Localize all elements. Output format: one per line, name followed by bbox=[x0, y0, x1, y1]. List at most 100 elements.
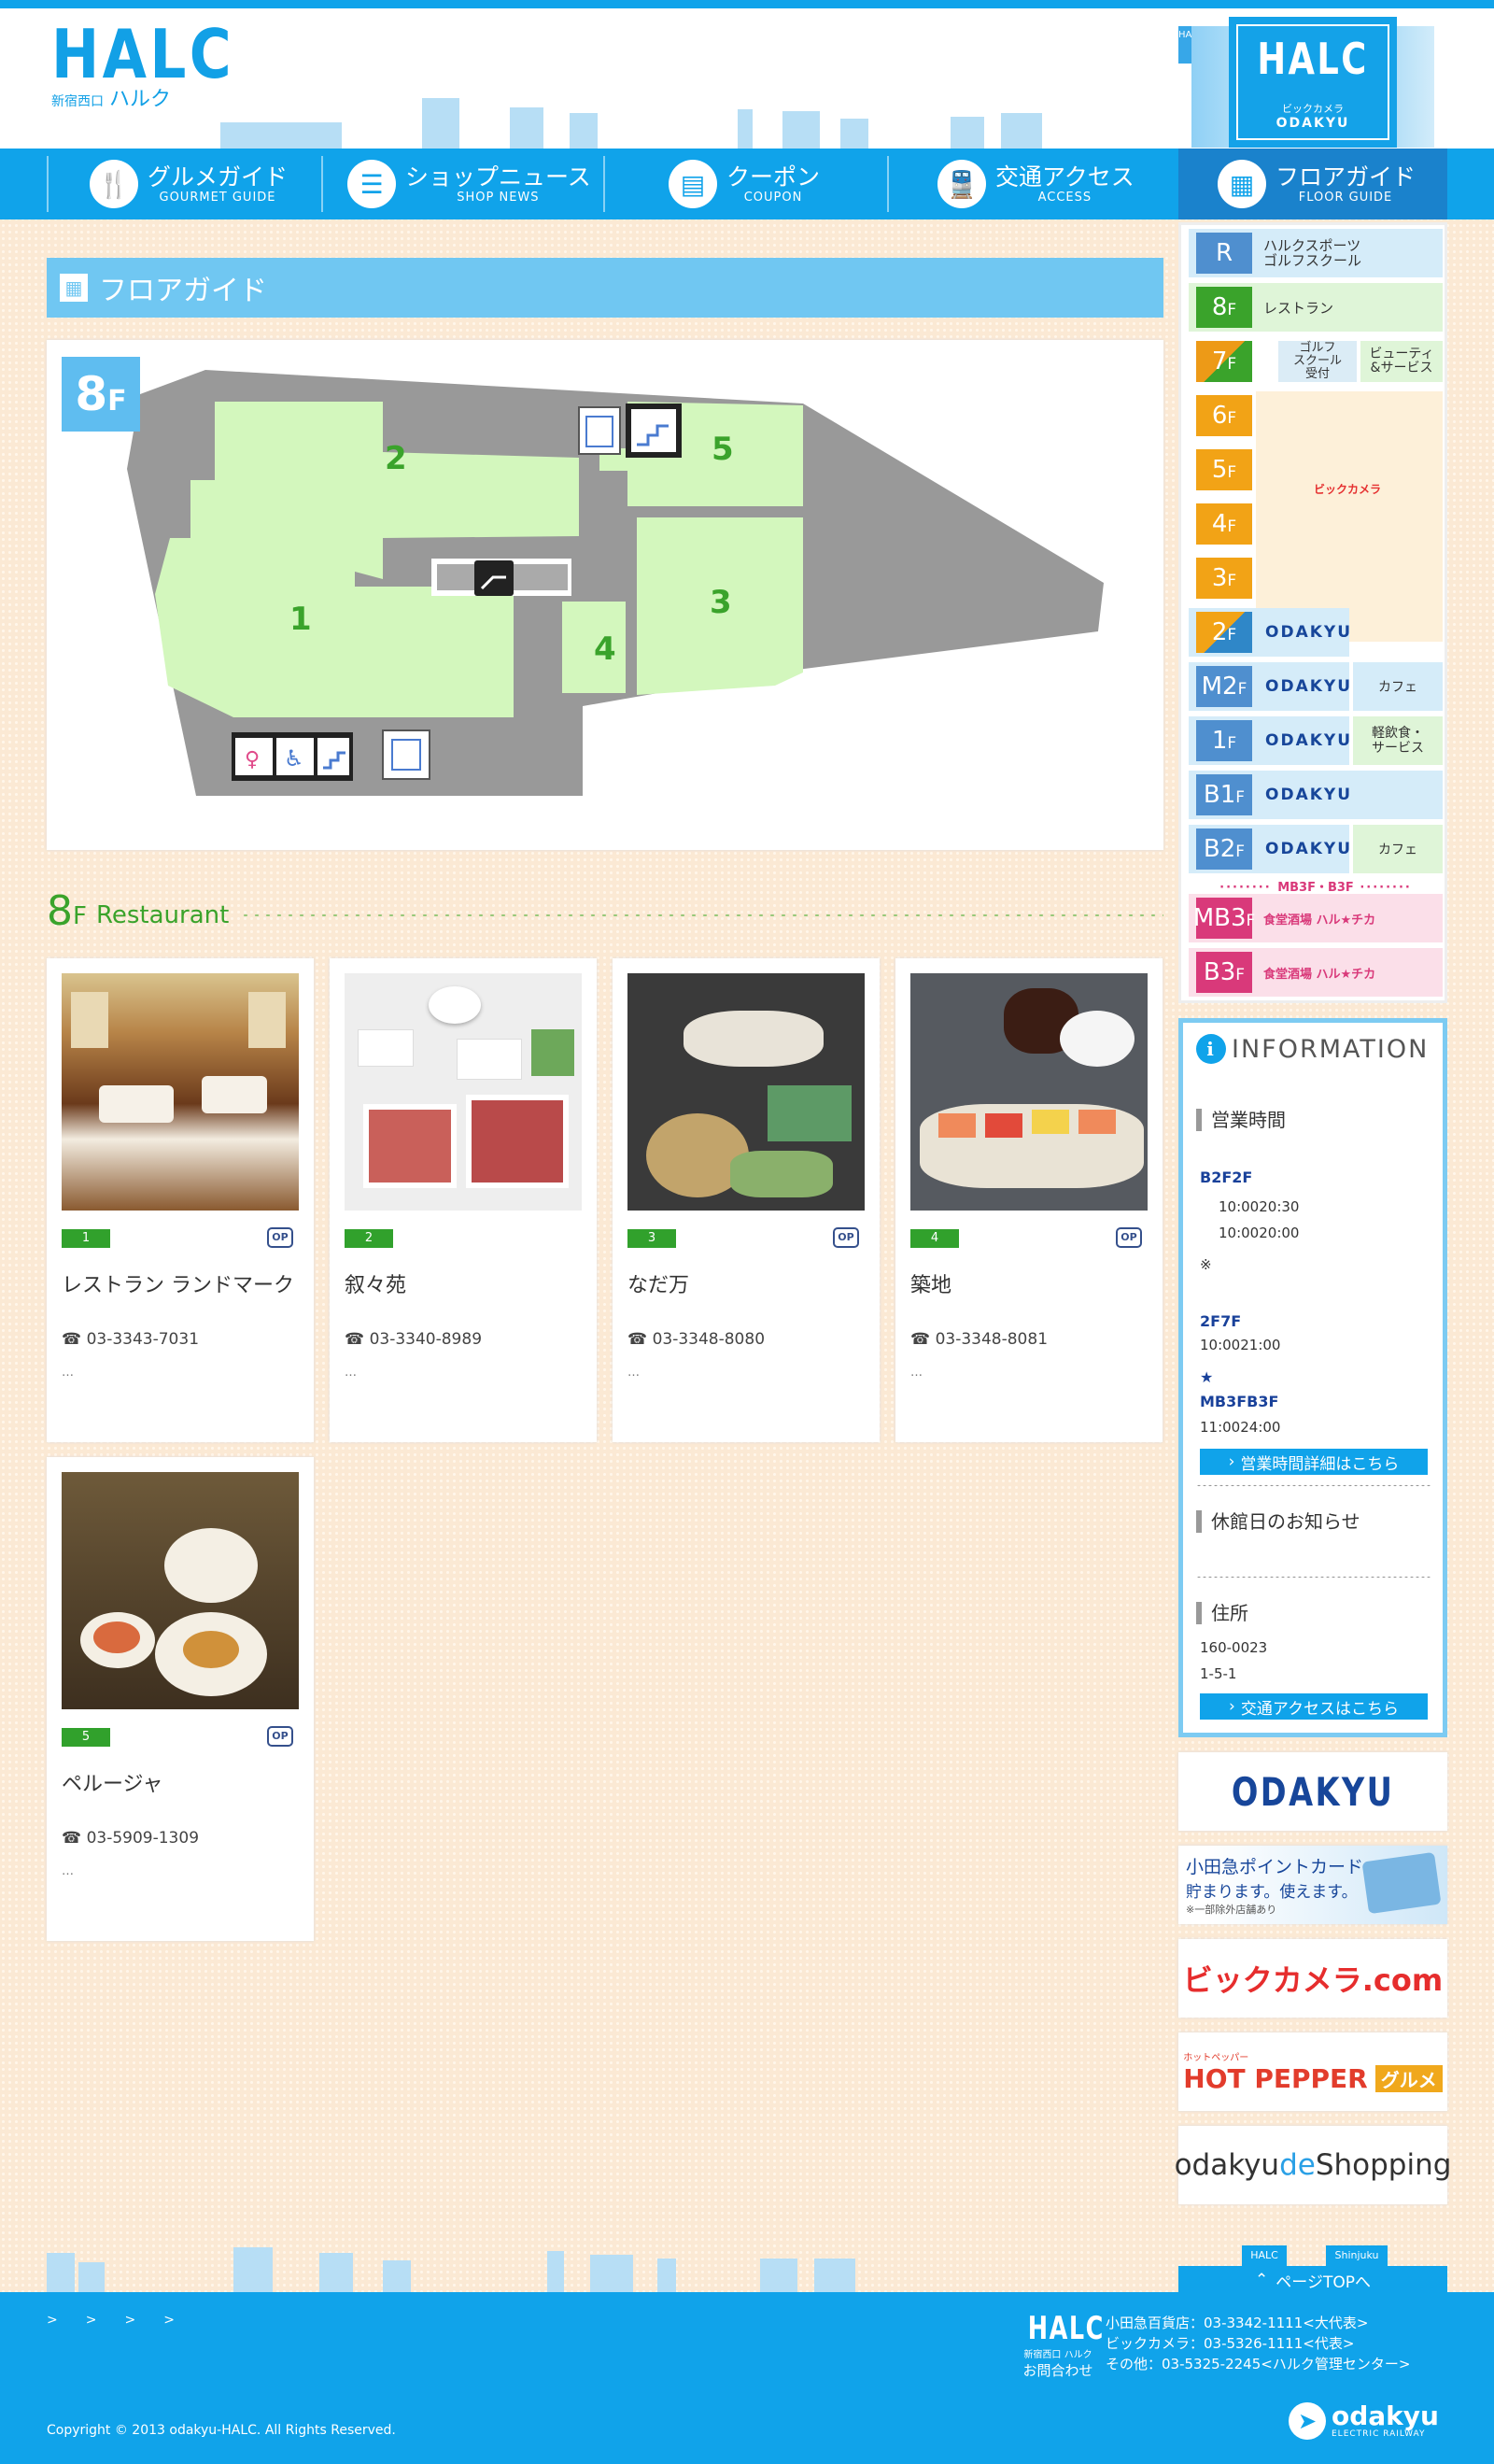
skyline-building bbox=[510, 107, 543, 149]
copyright: Copyright © 2013 odakyu-HALC. All Rights… bbox=[47, 2423, 396, 2438]
floor-label: MB3 F bbox=[1193, 898, 1255, 939]
floor-row-1f[interactable]: 1F ODAKYU 軽飲食・ サービス bbox=[1189, 716, 1443, 765]
nav-divider bbox=[887, 156, 889, 212]
skyline-building bbox=[760, 2259, 797, 2292]
skyline-building bbox=[814, 2259, 855, 2292]
floor-row-m2f[interactable]: M2 F ODAKYU カフェ bbox=[1189, 662, 1443, 711]
nav-shop-news[interactable]: ☰ ショップニュース SHOP NEWS bbox=[347, 149, 591, 219]
floor-row-6f[interactable]: 6F bbox=[1189, 391, 1256, 440]
hotpepper-banner[interactable]: ホットペッパー HOT PEPPER グルメ bbox=[1178, 2032, 1447, 2111]
floor-row-r[interactable]: R ハルクスポーツ ゴルフスクール bbox=[1189, 229, 1443, 277]
skyline-building bbox=[782, 111, 820, 149]
train-icon: 🚆 bbox=[937, 160, 986, 208]
floor-row-2f[interactable]: 2F ODAKYU bbox=[1189, 608, 1350, 657]
nav-label: フロアガイド bbox=[1276, 163, 1416, 191]
info-icon: i bbox=[1196, 1034, 1226, 1064]
point-card-image bbox=[1361, 1851, 1442, 1915]
svg-text:♿: ♿ bbox=[284, 745, 304, 772]
floor-row-5f[interactable]: 5F bbox=[1189, 446, 1256, 494]
tower-bic-label: ビックカメラ bbox=[1282, 103, 1344, 115]
floor-desc: 食堂酒場 ハル★チカ bbox=[1263, 967, 1376, 982]
restaurant-name[interactable]: レストラン ランドマーク bbox=[62, 1268, 294, 1298]
nav-label: クーポン bbox=[726, 163, 821, 191]
restaurant-photo bbox=[910, 973, 1148, 1211]
op-point-icon: OP bbox=[1116, 1227, 1142, 1248]
restaurant-photo bbox=[627, 973, 865, 1211]
restaurant-photo bbox=[345, 973, 582, 1211]
floor-row-4f[interactable]: 4F bbox=[1189, 500, 1256, 548]
restaurant-name[interactable]: 築地 bbox=[910, 1268, 951, 1298]
skyline-building bbox=[840, 119, 868, 149]
restaurant-card[interactable]: 5 OP ペルージャ ☎ 03-5909-1309 … bbox=[47, 1457, 314, 1941]
svg-text:2: 2 bbox=[385, 440, 407, 477]
restaurant-card[interactable]: 2 叙々苑 ☎ 03-3340-8989 … bbox=[330, 958, 597, 1442]
hotpepper-kana: ホットペッパー bbox=[1183, 2053, 1249, 2063]
floor-row-b1f[interactable]: B1 F ODAKYU bbox=[1189, 771, 1443, 819]
restaurant-card[interactable]: 3 OP なだ万 ☎ 03-3348-8080 … bbox=[613, 958, 880, 1442]
floor-desc: 食堂酒場 ハル★チカ bbox=[1263, 913, 1376, 928]
footer-link[interactable]: > bbox=[163, 2313, 175, 2328]
restaurant-name[interactable]: 叙々苑 bbox=[345, 1268, 406, 1298]
contact-line: ビックカメラ：03-5326-1111<代表> bbox=[1106, 2335, 1355, 2352]
restaurant-phone: ☎ 03-3348-8081 bbox=[910, 1330, 1049, 1349]
nav-label-en: ACCESS bbox=[1037, 190, 1092, 205]
info-heading: i INFORMATION bbox=[1196, 1034, 1429, 1064]
contact-line: 小田急百貨店：03-3342-1111<大代表> bbox=[1106, 2315, 1369, 2331]
footer-link[interactable]: > bbox=[47, 2313, 58, 2328]
op-point-icon: OP bbox=[267, 1726, 293, 1747]
chevron-up-icon: ⌃ bbox=[1255, 2271, 1269, 2289]
nav-access[interactable]: 🚆 交通アクセス ACCESS bbox=[937, 149, 1135, 219]
odakyu-logo: ODAKYU bbox=[1265, 840, 1353, 858]
restaurant-card[interactable]: 1 OP レストラン ランドマーク ☎ 03-3343-7031 … bbox=[47, 958, 314, 1442]
nav-label: グルメガイド bbox=[148, 163, 289, 191]
nav-label: 交通アクセス bbox=[995, 163, 1135, 191]
hours-note: ※ bbox=[1200, 1256, 1212, 1273]
shopping-logo-part: de bbox=[1279, 2148, 1316, 2182]
hours-time: 10:0020:00 bbox=[1219, 1225, 1300, 1241]
floor-row-3f[interactable]: 3F bbox=[1189, 554, 1256, 602]
restaurant-name[interactable]: なだ万 bbox=[627, 1268, 689, 1298]
tower-logo: HALC bbox=[1257, 34, 1369, 84]
page-top-button[interactable]: ⌃ ページTOPへ bbox=[1178, 2266, 1447, 2294]
hours-floor-range: MB3FB3F bbox=[1200, 1393, 1279, 1410]
floor-label: 3F bbox=[1196, 558, 1252, 599]
point-card-banner[interactable]: 小田急ポイントカード 貯まります。使えます。 ※一部除外店舗あり bbox=[1178, 1846, 1447, 1924]
address-text: 1-5-1 bbox=[1200, 1665, 1237, 1682]
footer-link[interactable]: > bbox=[124, 2313, 135, 2328]
op-point-icon: OP bbox=[267, 1227, 293, 1248]
odakyu-de-shopping-banner[interactable]: odakyu de Shopping bbox=[1175, 2126, 1451, 2204]
floor-row-mb3f[interactable]: MB3 F 食堂酒場 ハル★チカ bbox=[1189, 894, 1443, 942]
bic-camera-com-banner[interactable]: ビックカメラ.com bbox=[1178, 1939, 1447, 2018]
skyline-building bbox=[590, 2255, 633, 2292]
nav-coupon[interactable]: ▤ クーポン COUPON bbox=[669, 149, 820, 219]
skyline-building bbox=[1001, 113, 1042, 149]
odakyu-railway-logo[interactable]: ➤ odakyu ELECTRIC RAILWAY bbox=[1289, 2402, 1439, 2440]
hotpepper-logo: HOT PEPPER bbox=[1183, 2063, 1368, 2094]
hotpepper-gourmet-label: グルメ bbox=[1374, 2065, 1443, 2092]
floor-row-b3f[interactable]: B3 F 食堂酒場 ハル★チカ bbox=[1189, 948, 1443, 997]
odakyu-banner[interactable]: ODAKYU bbox=[1178, 1752, 1447, 1831]
access-button[interactable]: › 交通アクセスはこちら bbox=[1200, 1693, 1428, 1720]
site-logo[interactable]: HALC 新宿西口 ハルク bbox=[51, 21, 232, 133]
floor-row-8f[interactable]: 8F レストラン bbox=[1189, 283, 1443, 332]
hours-detail-button[interactable]: › 営業時間詳細はこちら bbox=[1200, 1449, 1428, 1475]
floor-row-7f[interactable]: 7F ゴルフ スクール 受付 ビューティ &サービス bbox=[1189, 337, 1443, 386]
floor-label: B2 F bbox=[1196, 828, 1252, 870]
skyline-building bbox=[657, 2259, 676, 2292]
restaurant-card[interactable]: 4 OP 築地 ☎ 03-3348-8081 … bbox=[895, 958, 1163, 1442]
nav-divider bbox=[603, 156, 605, 212]
restaurant-number: 3 bbox=[627, 1229, 676, 1248]
skyline-building bbox=[951, 117, 984, 149]
floor-row-b2f[interactable]: B2 F ODAKYU カフェ bbox=[1189, 825, 1443, 873]
footer-link[interactable]: > bbox=[86, 2313, 97, 2328]
section-label: Restaurant bbox=[95, 901, 230, 929]
page-title: フロアガイド bbox=[99, 275, 267, 307]
bic-camera-block[interactable]: ビックカメラ bbox=[1256, 391, 1443, 642]
skyline-building bbox=[547, 2251, 564, 2292]
floor-label: R bbox=[1196, 233, 1252, 274]
nav-gourmet-guide[interactable]: 🍴 グルメガイド GOURMET GUIDE bbox=[90, 149, 288, 219]
nav-label: ショップニュース bbox=[405, 163, 591, 191]
nav-divider bbox=[321, 156, 323, 212]
nav-floor-guide[interactable]: ▦ フロアガイド FLOOR GUIDE bbox=[1178, 149, 1447, 219]
restaurant-name[interactable]: ペルージャ bbox=[62, 1767, 162, 1797]
